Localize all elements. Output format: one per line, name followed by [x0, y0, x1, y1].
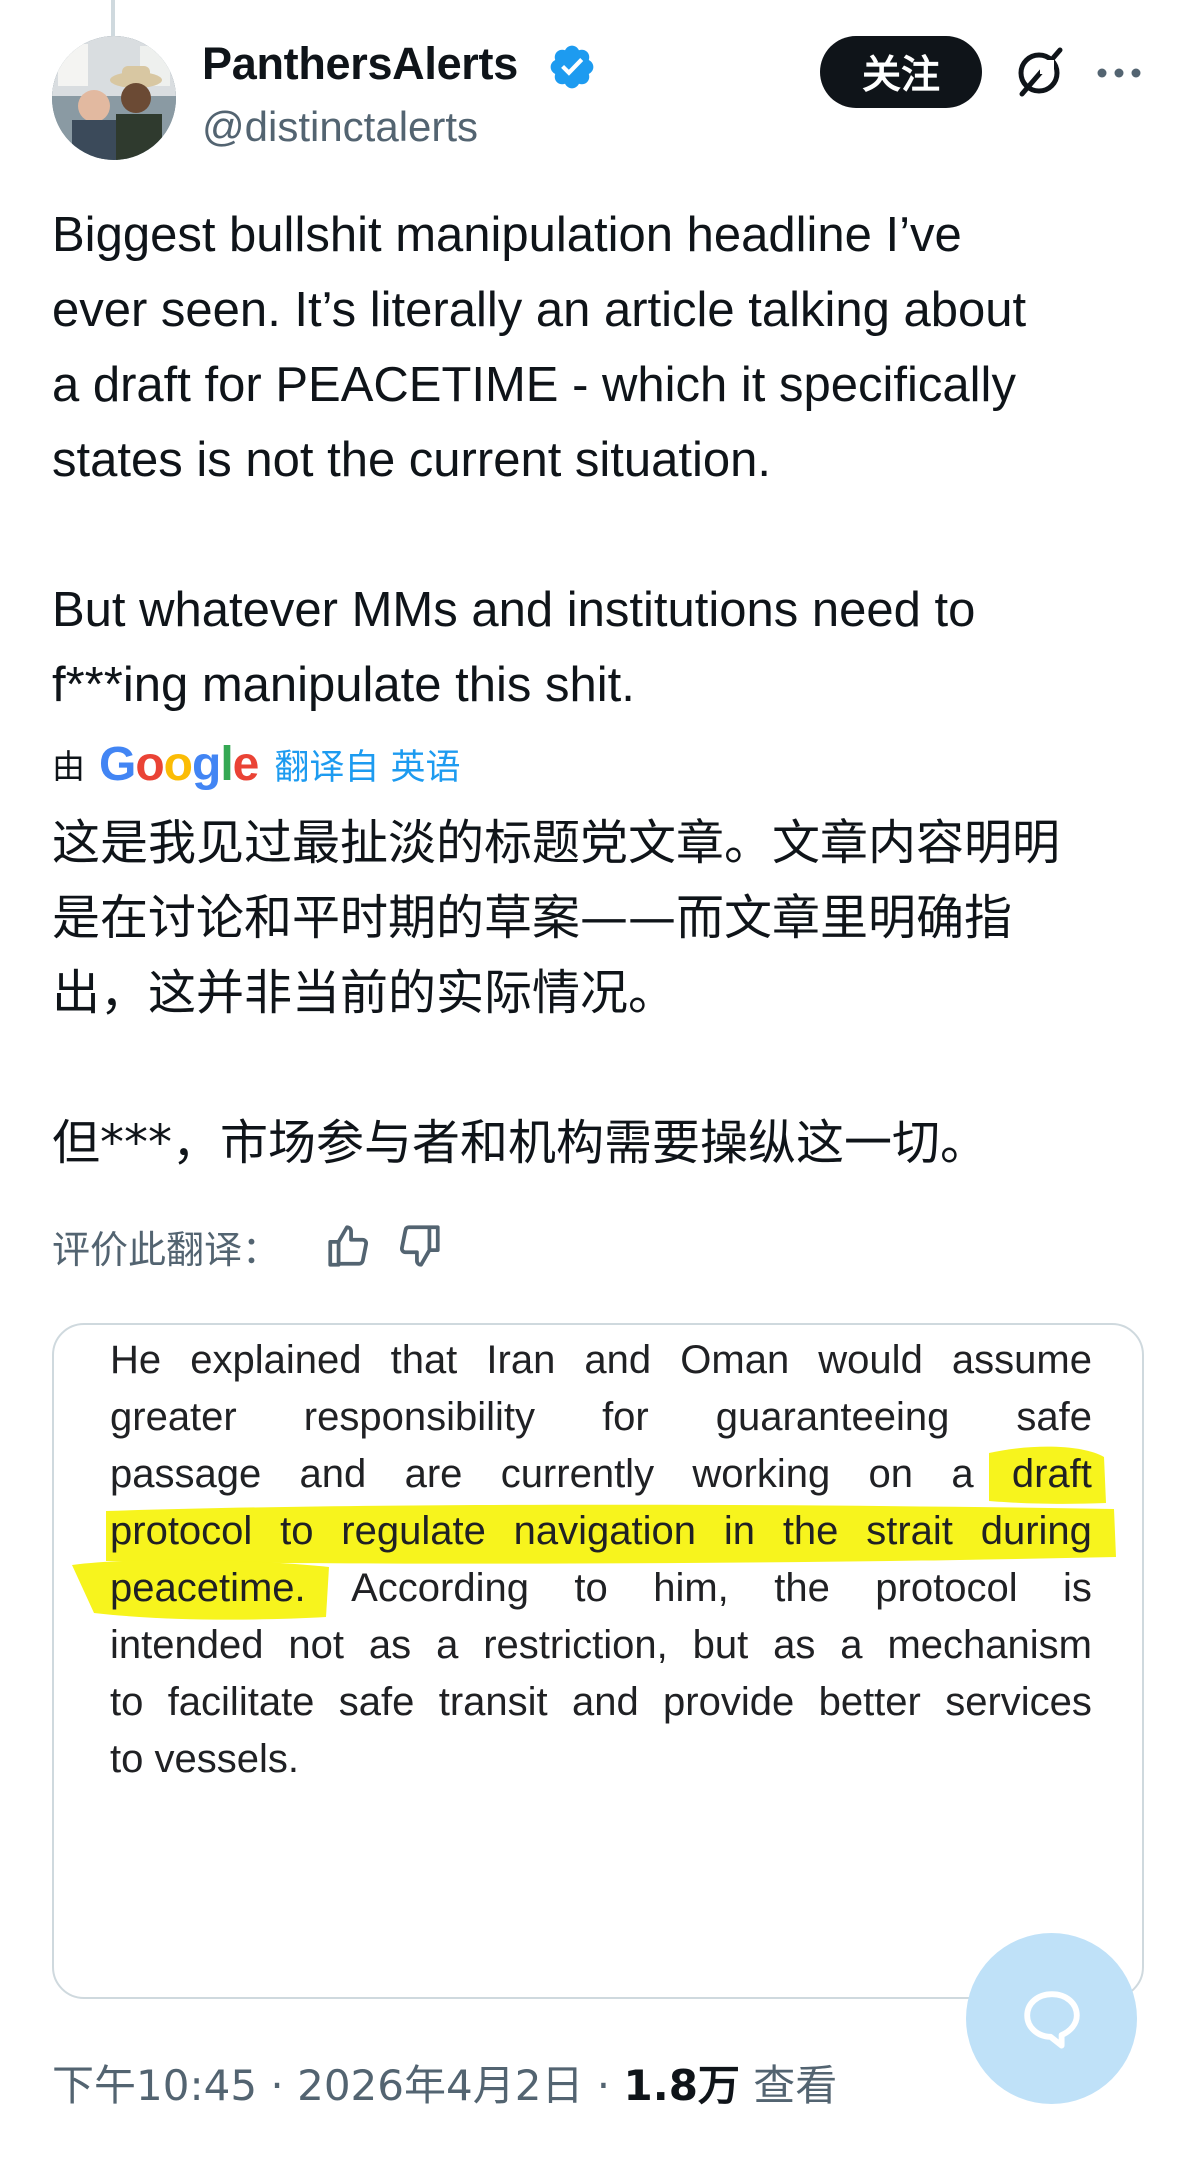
image-word: mechanism [887, 1623, 1092, 1667]
image-word: a [436, 1623, 459, 1667]
image-word: during [980, 1509, 1092, 1553]
image-word: safe [338, 1680, 415, 1724]
author-avatar[interactable] [52, 36, 176, 160]
image-text-line: to facilitate safe transit and provide better s… [110, 1677, 1092, 1727]
image-text-line: passage and are currently working on a draft [110, 1449, 1092, 1499]
attached-image-card[interactable]: He explained that Iran and Oman would assume gr… [52, 1323, 1144, 1999]
thumbs-up-icon[interactable] [324, 1221, 374, 1271]
image-word: services [945, 1680, 1092, 1724]
image-word: greater [110, 1395, 237, 1439]
image-word: for [602, 1395, 649, 1439]
image-word: protocol [110, 1509, 253, 1553]
views-count: 1.8万 [623, 2061, 740, 2110]
views-label: 查看 [753, 2061, 838, 2110]
image-text-line: peacetime. According to him, the protocol is [110, 1563, 1092, 1613]
image-word: peacetime. [110, 1566, 306, 1610]
image-word: guaranteeing [715, 1395, 950, 1439]
verified-badge-icon [550, 45, 594, 89]
translated-from-link[interactable]: 翻译自 英语 [274, 739, 460, 790]
image-word: a [840, 1623, 863, 1667]
image-word: to [110, 1680, 144, 1724]
image-word: a [951, 1452, 974, 1496]
image-word: According [351, 1566, 529, 1610]
image-text-line: protocol to regulate navigation in the strait d… [110, 1506, 1092, 1556]
image-word: the [774, 1566, 830, 1610]
chat-bubble-icon [1023, 1990, 1080, 2048]
rate-translation-row: 评价此翻译： [52, 1218, 444, 1274]
image-word: navigation [513, 1509, 697, 1553]
image-word: strait [866, 1509, 953, 1553]
image-word: He [110, 1338, 162, 1382]
image-word: working [692, 1452, 831, 1496]
image-word: explained [190, 1338, 362, 1382]
image-word: transit [438, 1680, 548, 1724]
image-text-line: He explained that Iran and Oman would assume [110, 1335, 1092, 1385]
image-word: passage [110, 1452, 262, 1496]
image-word: are [404, 1452, 463, 1496]
image-word: draft [1011, 1452, 1092, 1496]
image-word: the [782, 1509, 839, 1553]
image-word: and [299, 1452, 367, 1496]
tweet-meta: 下午10:45 · 2026年4月2日 · 1.8万 查看 [52, 2052, 837, 2113]
thread-connector-line [111, 0, 115, 36]
image-word: better [818, 1680, 921, 1724]
image-word: provide [663, 1680, 795, 1724]
image-word: as [773, 1623, 816, 1667]
avatar-photo [52, 36, 176, 160]
more-horizontal-icon[interactable] [1094, 55, 1144, 91]
image-word: on [868, 1452, 914, 1496]
chat-fab-button[interactable] [966, 1933, 1137, 2104]
image-word: intended [110, 1623, 264, 1667]
meta-separator: · [257, 2061, 298, 2110]
image-word: facilitate [167, 1680, 315, 1724]
image-word: and [571, 1680, 639, 1724]
image-word: as [368, 1623, 412, 1667]
grok-icon[interactable] [1010, 44, 1068, 102]
follow-button[interactable]: 关注 [820, 36, 982, 108]
image-word: assume [951, 1338, 1092, 1382]
rate-translation-label: 评价此翻译： [52, 1227, 281, 1272]
image-word: that [390, 1338, 458, 1382]
image-word: him, [653, 1566, 729, 1610]
image-word: to [574, 1566, 608, 1610]
image-text-line: greater responsibility for guaranteeing safe [110, 1392, 1092, 1442]
image-word: Oman [680, 1338, 790, 1382]
image-word: responsibility [303, 1395, 536, 1439]
image-word: regulate [341, 1509, 486, 1553]
image-text-line: to vessels. [110, 1737, 299, 1781]
author-handle[interactable]: @distinctalerts [202, 103, 478, 151]
tweet-text: Biggest bullshit manipulation headline I… [52, 208, 1027, 712]
translated-by-label: 由 [52, 747, 85, 786]
image-word: would [818, 1338, 923, 1382]
tweet-time[interactable]: 下午10:45 [52, 2061, 257, 2110]
meta-separator: · [583, 2061, 624, 2110]
image-word: but [692, 1623, 749, 1667]
image-word: and [584, 1338, 652, 1382]
image-word: to [280, 1509, 314, 1553]
thumbs-down-icon[interactable] [394, 1221, 444, 1271]
image-word: restriction, [483, 1623, 668, 1667]
image-word: Iran [486, 1338, 556, 1382]
translation-attribution: 由 Google 翻译自 英语 [52, 736, 461, 792]
translated-text: 这是我见过最扯淡的标题党文章。文章内容明明 是在讨论和平时期的草案——而文章里明… [52, 815, 1061, 1171]
tweet-date[interactable]: 2026年4月2日 [297, 2061, 583, 2110]
image-word: currently [500, 1452, 655, 1496]
google-logo: Google [99, 737, 259, 791]
image-word: protocol [875, 1566, 1018, 1610]
image-text-line: intended not as a restriction, but as a mechanis… [110, 1620, 1092, 1670]
image-word: in [723, 1509, 755, 1553]
image-word: not [288, 1623, 344, 1667]
author-display-name[interactable]: PanthersAlerts [202, 38, 518, 90]
image-word: is [1063, 1566, 1092, 1610]
image-word: safe [1016, 1395, 1092, 1439]
